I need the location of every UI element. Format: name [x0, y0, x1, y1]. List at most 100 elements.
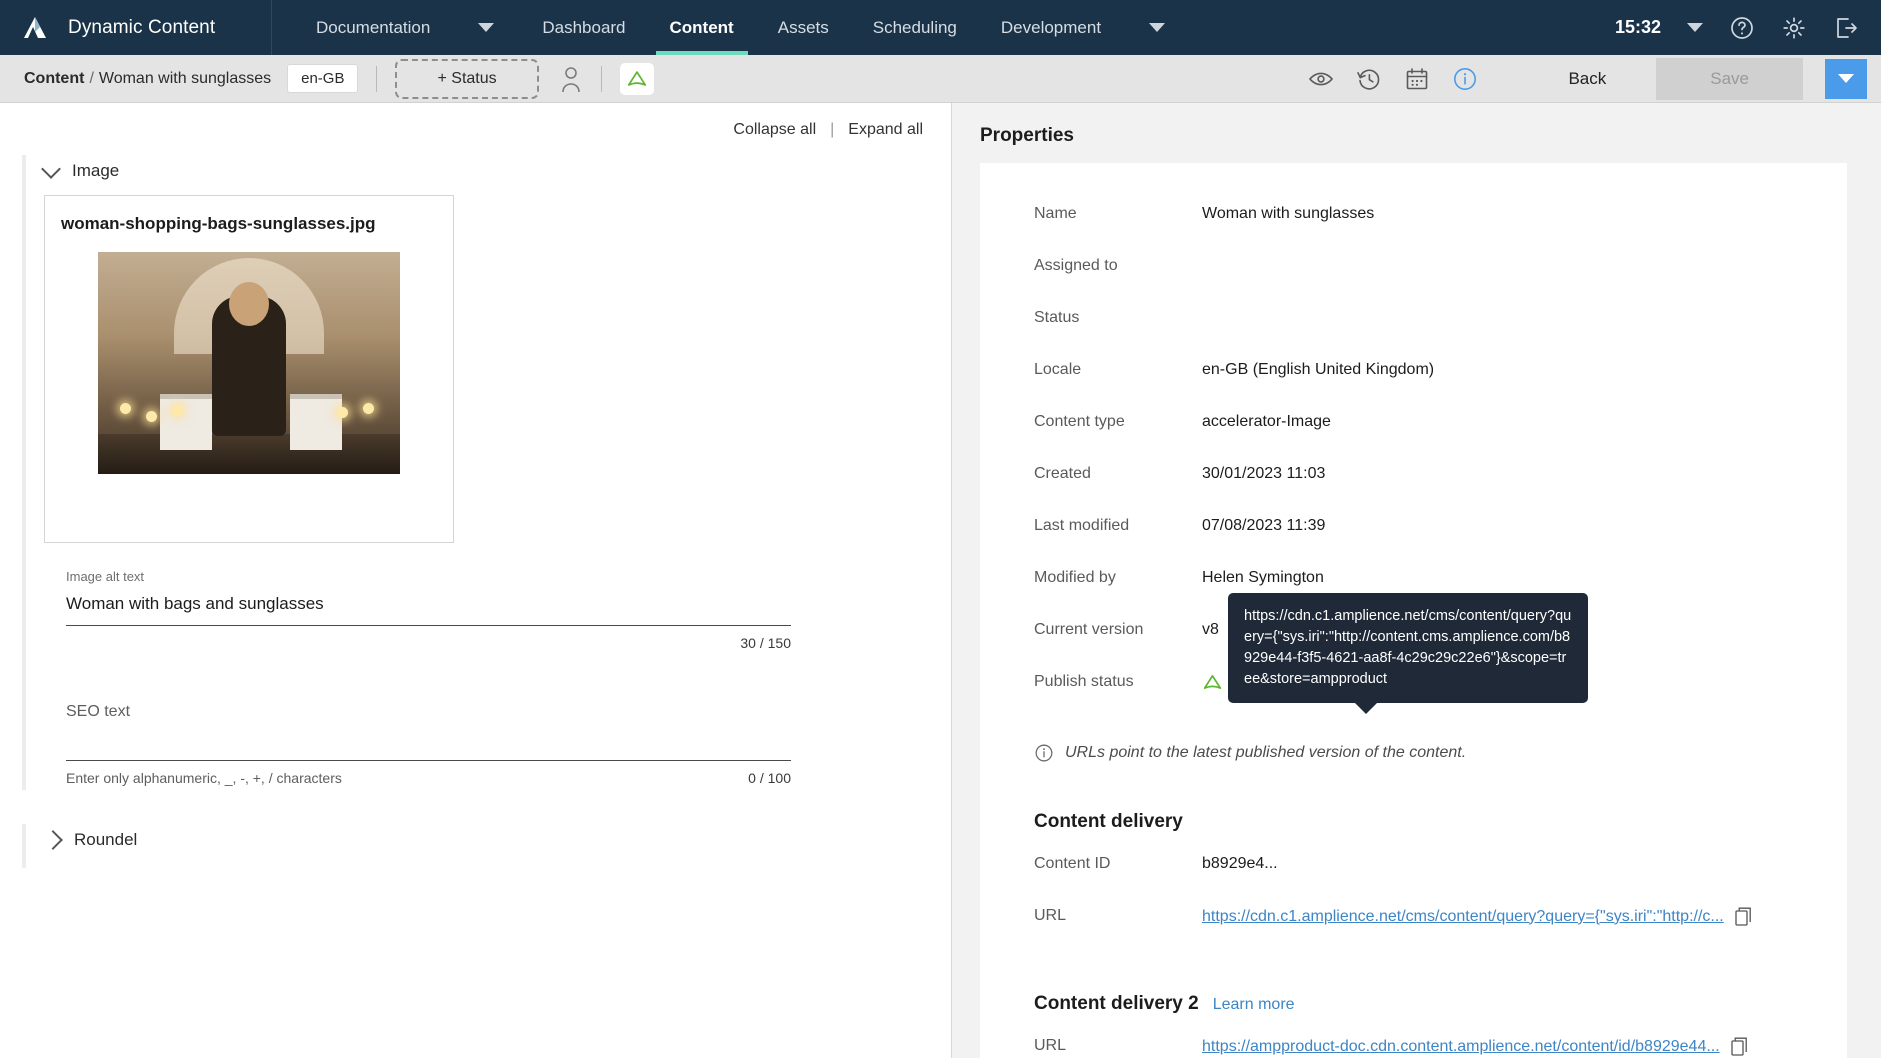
properties-card: Name Woman with sunglasses Assigned to S…	[980, 163, 1847, 1058]
user-icon[interactable]	[559, 66, 583, 92]
chevron-down-icon	[478, 23, 495, 32]
property-label: Assigned to	[1034, 257, 1118, 274]
url-value-wrap: https://cdn.c1.amplience.net/cms/content…	[1202, 907, 1752, 926]
help-circle-icon[interactable]	[1729, 15, 1755, 41]
property-label: Status	[1034, 309, 1080, 326]
content-id-row: Content ID b8929e4...	[980, 855, 1847, 887]
breadcrumb-root[interactable]: Content	[24, 70, 84, 88]
copy-icon[interactable]	[1731, 1037, 1748, 1056]
nav-menu: Documentation Dashboard Content Assets S…	[272, 0, 1191, 55]
toolbar-right-actions: Back Save	[1308, 57, 1867, 100]
eye-icon[interactable]	[1308, 66, 1334, 92]
cloud-published-icon	[1202, 673, 1223, 691]
property-row-locale: Locale en-GB (English United Kingdom)	[980, 361, 1847, 393]
content-delivery-url-link[interactable]: https://cdn.c1.amplience.net/cms/content…	[1202, 908, 1724, 926]
property-label: Created	[1034, 465, 1091, 482]
property-label: Content type	[1034, 413, 1125, 430]
breadcrumb-toolbar: Content / Woman with sunglasses en-GB + …	[0, 55, 1881, 103]
nav-overflow-caret[interactable]	[1123, 0, 1191, 55]
nav-item-development[interactable]: Development	[979, 0, 1123, 55]
add-status-button[interactable]: + Status	[395, 58, 539, 99]
thumbnail-head-shape	[229, 282, 269, 326]
collapse-all-link[interactable]: Collapse all	[733, 121, 816, 139]
nav-item-documentation[interactable]: Documentation	[294, 0, 452, 55]
nav-item-content[interactable]: Content	[648, 0, 756, 55]
cd2-url-link[interactable]: https://ampproduct-doc.cdn.content.ampli…	[1202, 1038, 1720, 1056]
section-roundel: Roundel	[0, 824, 951, 868]
toolbar-divider-2	[600, 65, 602, 92]
field-helper-text: Enter only alphanumeric, _, -, +, / char…	[66, 770, 342, 786]
nav-item-scheduling[interactable]: Scheduling	[851, 0, 979, 55]
chevron-down-icon	[41, 158, 61, 179]
section-image: Image woman-shopping-bags-sunglasses.jpg	[0, 155, 951, 790]
image-thumbnail[interactable]	[98, 252, 400, 474]
expander-separator: |	[830, 121, 835, 138]
timezone-dropdown-caret[interactable]	[1687, 23, 1703, 32]
copy-icon[interactable]	[1735, 907, 1752, 926]
nav-item-dashboard[interactable]: Dashboard	[520, 0, 647, 55]
property-row-last-modified: Last modified 07/08/2023 11:39	[980, 517, 1847, 549]
url-tooltip: https://cdn.c1.amplience.net/cms/content…	[1228, 593, 1588, 715]
section-header-image[interactable]: Image	[28, 155, 951, 195]
property-label: URL	[1034, 1037, 1067, 1054]
section-header-roundel[interactable]: Roundel	[28, 824, 951, 864]
content-form-pane: Collapse all | Expand all Image woman-sh…	[0, 103, 952, 1058]
nav-item-assets[interactable]: Assets	[756, 0, 851, 55]
documentation-dropdown-caret[interactable]	[452, 0, 520, 55]
thumbnail-lamp-shape	[363, 403, 374, 414]
breadcrumb-current: Woman with sunglasses	[98, 69, 272, 87]
property-row-status: Status	[980, 309, 1847, 341]
content-delivery-2-heading: Content delivery 2 Learn more	[980, 959, 1847, 1037]
urls-note: URLs point to the latest published versi…	[980, 725, 1847, 763]
logout-icon[interactable]	[1833, 15, 1859, 41]
info-circle-icon[interactable]	[1452, 66, 1478, 92]
property-row-assigned-to: Assigned to	[980, 257, 1847, 289]
property-value: v8	[1202, 621, 1219, 638]
property-value: Woman with sunglasses	[1202, 205, 1375, 222]
field-footer: Enter only alphanumeric, _, -, +, / char…	[66, 761, 791, 786]
character-counter: 30 / 150	[740, 635, 791, 651]
thumbnail-bag-right-shape	[290, 394, 342, 450]
expand-all-link[interactable]: Expand all	[848, 121, 923, 139]
property-value: Helen Symington	[1202, 569, 1324, 586]
thumbnail-lamp-shape	[146, 411, 157, 422]
field-label: Image alt text	[66, 569, 145, 584]
expand-collapse-controls: Collapse all | Expand all	[0, 103, 951, 149]
back-button[interactable]: Back	[1550, 61, 1624, 97]
property-label: Locale	[1034, 361, 1082, 378]
cd2-url-value-wrap: https://ampproduct-doc.cdn.content.ampli…	[1202, 1037, 1748, 1056]
save-button[interactable]: Save	[1656, 57, 1803, 100]
property-row-content-type: Content type accelerator-Image	[980, 413, 1847, 445]
property-label: Name	[1034, 205, 1077, 222]
cloud-published-icon[interactable]	[619, 62, 654, 95]
chevron-down-icon	[1838, 74, 1854, 83]
image-filename: woman-shopping-bags-sunglasses.jpg	[61, 214, 376, 233]
image-alt-text-input[interactable]: Woman with bags and sunglasses	[66, 594, 791, 626]
calendar-icon[interactable]	[1404, 66, 1430, 92]
nav-item-label: Assets	[777, 17, 829, 37]
thumbnail-bag-left-shape	[160, 394, 212, 450]
content-id-value: b8929e4...	[1202, 855, 1278, 872]
locale-chip[interactable]: en-GB	[287, 64, 359, 93]
main-body: Collapse all | Expand all Image woman-sh…	[0, 103, 1881, 1058]
top-navigation-bar: Dynamic Content Documentation Dashboard …	[0, 0, 1881, 55]
nav-item-label: Scheduling	[872, 17, 957, 37]
info-circle-icon	[1034, 743, 1054, 763]
image-card[interactable]: woman-shopping-bags-sunglasses.jpg	[44, 195, 454, 543]
property-label: Publish status	[1034, 673, 1134, 690]
nav-item-label: Content	[669, 17, 734, 37]
brand-area[interactable]: Dynamic Content	[0, 0, 272, 55]
history-clock-icon[interactable]	[1356, 66, 1382, 92]
field-label: SEO text	[66, 703, 131, 720]
section-title: Image	[72, 161, 120, 180]
learn-more-link[interactable]: Learn more	[1213, 996, 1295, 1014]
thumbnail-lamp-shape	[337, 407, 348, 418]
seo-text-input[interactable]	[66, 735, 791, 761]
nav-item-label: Documentation	[316, 17, 431, 37]
gear-icon[interactable]	[1781, 15, 1807, 41]
save-options-dropdown-button[interactable]	[1825, 58, 1867, 99]
content-id-label: Content ID	[1034, 855, 1111, 872]
section-title: Roundel	[74, 830, 138, 849]
content-delivery-heading: Content delivery	[980, 763, 1847, 855]
chevron-down-icon	[1149, 23, 1166, 32]
